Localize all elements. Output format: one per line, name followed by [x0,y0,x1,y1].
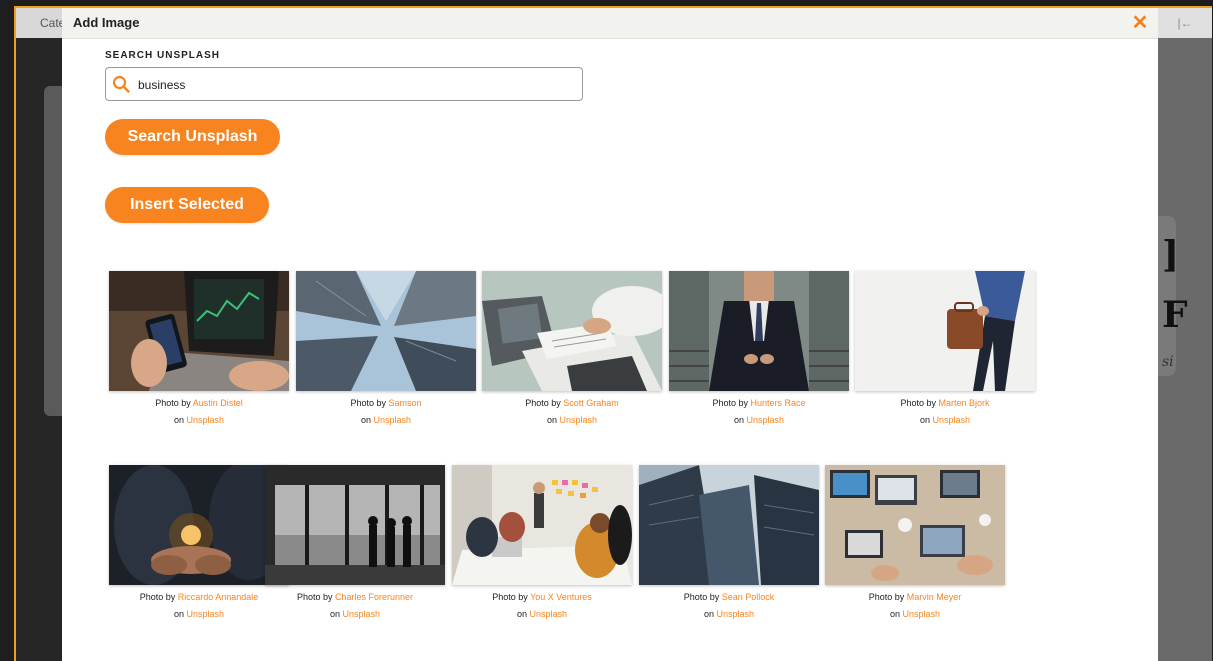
photo-credit: Photo by Austin Distel on Unsplash [155,398,243,425]
photo-credit: Photo by You X Ventures on Unsplash [492,592,592,619]
unsplash-link[interactable]: Unsplash [933,415,971,425]
unsplash-link[interactable]: Unsplash [717,609,755,619]
background-card: ] F si [1158,216,1188,376]
unsplash-link[interactable]: Unsplash [560,415,598,425]
author-link[interactable]: Austin Distel [193,398,243,408]
unsplash-link[interactable]: Unsplash [187,609,225,619]
unsplash-link[interactable]: Unsplash [187,415,225,425]
photo-credit: Photo by Samson on Unsplash [350,398,422,425]
photo-team-meeting-image [452,465,632,585]
photo-city-towers-image [639,465,819,585]
photo-businessman-suit-image [669,271,849,391]
author-link[interactable]: Charles Forerunner [335,592,413,602]
unsplash-link[interactable]: Unsplash [343,609,381,619]
search-unsplash-button[interactable]: Search Unsplash [105,119,280,155]
photo-thumbnail[interactable] [825,465,1005,585]
background-tab: Cate [16,8,62,38]
photo-card: Photo by Scott Graham on Unsplash [482,271,662,429]
add-image-modal: Add Image ✕ SEARCH UNSPLASH Search Unspl… [62,8,1158,661]
photo-desk-laptops-topview-image [825,465,1005,585]
photo-thumbnail[interactable] [482,271,662,391]
photo-thumbnail[interactable] [109,271,289,391]
photo-credit: Photo by Marvin Meyer on Unsplash [868,592,962,619]
background-glyph: F [1162,294,1188,336]
photo-thumbnail[interactable] [855,271,1035,391]
search-label: SEARCH UNSPLASH [105,50,221,61]
background-left-panel [44,86,62,416]
photo-card: Photo by Marten Bjork on Unsplash [855,271,1035,429]
modal-header: Add Image ✕ [62,8,1158,39]
photo-thumbnail[interactable] [109,465,289,585]
search-input[interactable] [136,72,570,98]
photo-briefcase-walking-image [855,271,1035,391]
photo-thumbnail[interactable] [265,465,445,585]
unsplash-link[interactable]: Unsplash [903,609,941,619]
photo-thumbnail[interactable] [296,271,476,391]
author-link[interactable]: Marvin Meyer [907,592,962,602]
insert-selected-button[interactable]: Insert Selected [105,187,269,223]
author-link[interactable]: Scott Graham [563,398,619,408]
background-glyph: ] [1162,234,1180,276]
photo-card: Photo by Samson on Unsplash [296,271,476,429]
close-icon[interactable]: ✕ [1128,11,1152,35]
photo-credit: Photo by Hunters Race on Unsplash [712,398,806,425]
photo-credit: Photo by Charles Forerunner on Unsplash [296,592,414,619]
unsplash-link[interactable]: Unsplash [530,609,568,619]
photo-card: Photo by Austin Distel on Unsplash [109,271,289,429]
photo-laptop-phone-image [109,271,289,391]
search-box[interactable] [105,67,583,101]
photo-thumbnail[interactable] [639,465,819,585]
photo-card: Photo by Hunters Race on Unsplash [669,271,849,429]
photo-card: Photo by Marvin Meyer on Unsplash [825,465,1005,623]
photo-card: Photo by Riccardo Annandale on Unsplash [109,465,289,623]
photo-credit: Photo by Sean Pollock on Unsplash [683,592,775,619]
author-link[interactable]: You X Ventures [530,592,592,602]
unsplash-link[interactable]: Unsplash [374,415,412,425]
unsplash-link[interactable]: Unsplash [747,415,785,425]
photo-credit: Photo by Riccardo Annandale on Unsplash [139,592,259,619]
author-link[interactable]: Samson [389,398,422,408]
search-icon [112,75,130,93]
photo-credit: Photo by Marten Bjork on Unsplash [900,398,990,425]
photo-hands-lightbulb-image [109,465,289,585]
author-link[interactable]: Hunters Race [751,398,806,408]
photo-desk-meeting-image [482,271,662,391]
collapse-panel-icon: |← [1158,8,1212,38]
author-link[interactable]: Riccardo Annandale [178,592,259,602]
photo-skyscrapers-image [296,271,476,391]
photo-thumbnail[interactable] [452,465,632,585]
photo-card: Photo by Charles Forerunner on Unsplash [265,465,445,623]
author-link[interactable]: Sean Pollock [722,592,775,602]
background-glyph: si [1162,354,1174,370]
photo-credit: Photo by Scott Graham on Unsplash [525,398,619,425]
author-link[interactable]: Marten Bjork [939,398,990,408]
photo-card: Photo by You X Ventures on Unsplash [452,465,632,623]
modal-title: Add Image [73,15,140,30]
photo-thumbnail[interactable] [669,271,849,391]
photo-office-window-silhouette-image [265,465,445,585]
photo-card: Photo by Sean Pollock on Unsplash [639,465,819,623]
